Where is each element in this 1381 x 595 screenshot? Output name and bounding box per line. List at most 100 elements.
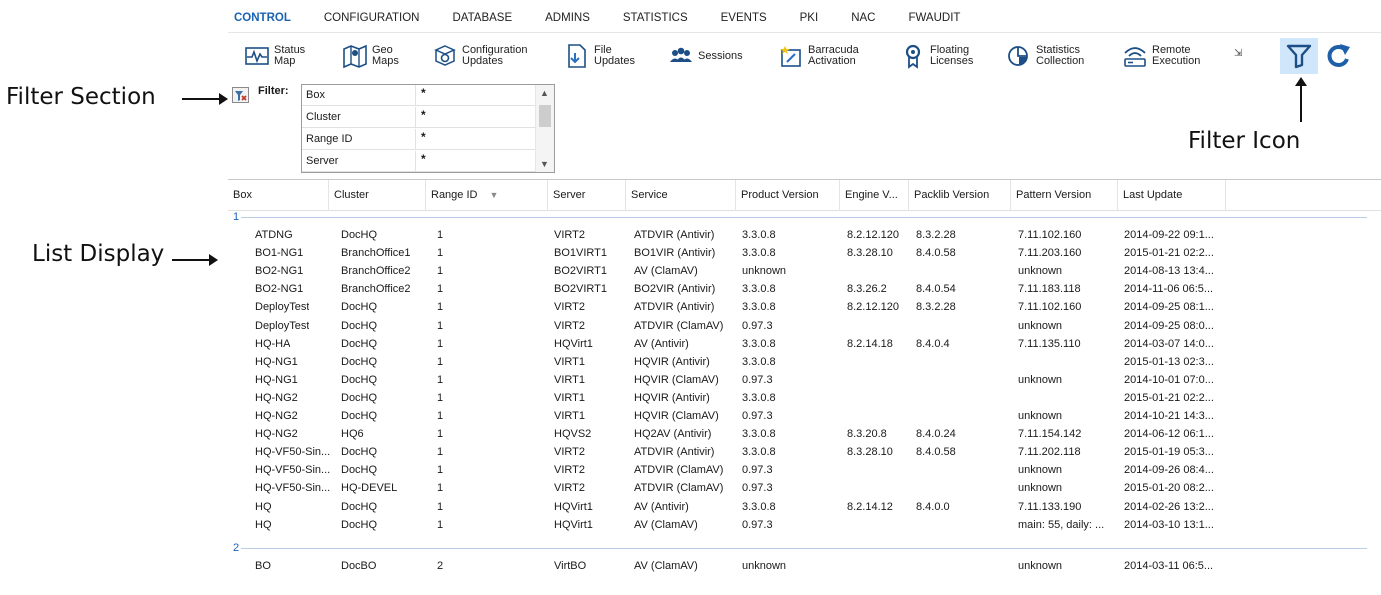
refresh-button[interactable]	[1321, 38, 1357, 74]
top-navigation: CONTROL CONFIGURATION DATABASE ADMINS ST…	[234, 6, 993, 30]
column-header-product-version[interactable]: Product Version	[736, 180, 840, 210]
annotation-filter-icon: Filter Icon	[1188, 128, 1301, 154]
cell-cluster: DocHQ	[341, 446, 378, 459]
cell-packlib-version: 8.4.0.58	[916, 247, 956, 260]
cell-product-version: 0.97.3	[742, 319, 773, 332]
table-row[interactable]: HQ-NG2 DocHQ 1 VIRT1 HQVIR (Antivir) 3.3.0.8 2…	[228, 389, 1381, 407]
table-row[interactable]: HQ-NG1 DocHQ 1 VIRT1 HQVIR (Antivir) 3.3.0.8 2…	[228, 353, 1381, 371]
column-header-pattern-version[interactable]: Pattern Version	[1011, 180, 1118, 210]
table-row[interactable]: HQ-HA DocHQ 1 HQVirt1 AV (Antivir) 3.3.0.8 8.2…	[228, 335, 1381, 353]
cell-server: VirtBO	[554, 559, 587, 572]
filter-row-server: Server *	[302, 151, 535, 172]
cell-box: HQ-NG2	[255, 410, 298, 422]
filter-toggle-button[interactable]	[1280, 38, 1318, 74]
cell-product-version: 3.3.0.8	[742, 247, 776, 260]
table-row[interactable]: DeployTest DocHQ 1 VIRT2 ATDVIR (Antivir) 3.3…	[228, 298, 1381, 316]
table-row[interactable]: HQ-NG2 DocHQ 1 VIRT1 HQVIR (ClamAV) 0.97.3 unk…	[228, 407, 1381, 425]
filter-value-input[interactable]: *	[416, 151, 535, 171]
table-row[interactable]: BO DocBO 2 VirtBO AV (ClamAV) unknown unknown 2…	[228, 557, 1381, 575]
chevron-down-icon[interactable]: ▼	[540, 159, 549, 169]
table-row[interactable]: BO2-NG1 BranchOffice2 1 BO2VIRT1 AV (ClamAV)…	[228, 262, 1381, 280]
file-updates-button[interactable]: File Updates	[560, 40, 635, 72]
table-row[interactable]: DeployTest DocHQ 1 VIRT2 ATDVIR (ClamAV) 0.97…	[228, 317, 1381, 335]
group-header[interactable]: 2	[233, 542, 239, 554]
table-row[interactable]: HQ DocHQ 1 HQVirt1 AV (ClamAV) 0.97.3 main: 55…	[228, 516, 1381, 534]
column-header-last-update[interactable]: Last Update	[1118, 180, 1226, 210]
geo-maps-button[interactable]: Geo Maps	[338, 40, 399, 72]
table-row[interactable]: BO1-NG1 BranchOffice1 1 BO1VIRT1 BO1VIR (Ant…	[228, 244, 1381, 262]
cell-service: ATDVIR (ClamAV)	[634, 482, 724, 495]
cell-last-update: 2015-01-13 02:3...	[1124, 355, 1214, 368]
cell-range-id: 1	[437, 373, 444, 386]
tab-control[interactable]: CONTROL	[234, 6, 291, 30]
cell-product-version: unknown	[742, 265, 787, 278]
table-row[interactable]: ATDNG DocHQ 1 VIRT2 ATDVIR (Antivir) 3.3.0.8 8…	[228, 226, 1381, 244]
tab-nac[interactable]: NAC	[851, 6, 875, 30]
cell-box: DeployTest	[255, 319, 310, 332]
cell-service: AV (ClamAV)	[634, 518, 698, 531]
cell-pattern-version: 7.11.102.160	[1018, 301, 1082, 314]
cell-service: ATDVIR (Antivir)	[634, 229, 715, 241]
column-header-cluster[interactable]: Cluster	[329, 180, 426, 210]
filter-value-input[interactable]: *	[416, 129, 535, 149]
filter-name: Range ID	[302, 129, 416, 149]
configuration-updates-button[interactable]: Configuration Updates	[428, 40, 527, 72]
tab-fwaudit[interactable]: FWAUDIT	[908, 6, 960, 30]
tab-events[interactable]: EVENTS	[721, 6, 767, 30]
tab-database[interactable]: DATABASE	[452, 6, 512, 30]
tab-admins[interactable]: ADMINS	[545, 6, 590, 30]
cell-range-id: 2	[437, 559, 444, 572]
cell-range-id: 1	[437, 265, 444, 278]
cell-last-update: 2014-03-10 13:1...	[1124, 518, 1214, 531]
cell-range-id: 1	[437, 229, 444, 241]
sessions-button[interactable]: Sessions	[664, 40, 743, 72]
cell-cluster: DocHQ	[341, 355, 378, 368]
cell-cluster: BranchOffice2	[341, 283, 411, 296]
cell-service: ATDVIR (Antivir)	[634, 301, 715, 314]
table-row[interactable]: HQ-VF50-Sin... DocHQ 1 VIRT2 ATDVIR (Antivir…	[228, 443, 1381, 461]
column-header-label: Cluster	[334, 189, 369, 201]
table-row[interactable]: HQ-NG2 HQ6 1 HQVS2 HQ2AV (Antivir) 3.3.0.8 8.3…	[228, 425, 1381, 443]
cell-pattern-version: 7.11.135.110	[1018, 337, 1081, 350]
cell-server: BO2VIRT1	[554, 265, 607, 278]
status-map-button[interactable]: Status Map	[240, 40, 305, 72]
tab-configuration[interactable]: CONFIGURATION	[324, 6, 420, 30]
floating-licenses-button[interactable]: Floating Licenses	[896, 40, 973, 72]
statistics-collection-button[interactable]: Statistics Collection	[1002, 40, 1084, 72]
column-header-engine-version[interactable]: Engine V...	[840, 180, 909, 210]
cell-engine-version: 8.2.12.120	[847, 301, 899, 314]
cell-product-version: 0.97.3	[742, 410, 773, 422]
filter-clear-button[interactable]	[232, 87, 249, 103]
filter-name: Cluster	[302, 107, 416, 127]
table-row[interactable]: BO2-NG1 BranchOffice2 1 BO2VIRT1 BO2VIR (Ant…	[228, 280, 1381, 298]
remote-execution-button[interactable]: Remote Execution	[1118, 40, 1200, 72]
ribbon-expander-icon[interactable]: ⇲	[1234, 48, 1242, 59]
column-header-range-id[interactable]: Range ID ▼	[426, 180, 548, 210]
cell-product-version: 0.97.3	[742, 482, 773, 495]
column-header-packlib-version[interactable]: Packlib Version	[909, 180, 1011, 210]
column-header-box[interactable]: Box	[228, 180, 329, 210]
barracuda-activation-button[interactable]: Barracuda Activation	[774, 40, 859, 72]
table-row[interactable]: HQ-VF50-Sin... DocHQ 1 VIRT2 ATDVIR (ClamAV)…	[228, 461, 1381, 479]
cell-product-version: 0.97.3	[742, 464, 773, 477]
tab-statistics[interactable]: STATISTICS	[623, 6, 688, 30]
cell-product-version: 3.3.0.8	[742, 391, 776, 404]
column-header-service[interactable]: Service	[626, 180, 736, 210]
cell-server: HQVirt1	[554, 518, 593, 531]
filter-value-input[interactable]: *	[416, 107, 535, 127]
table-row[interactable]: HQ-NG1 DocHQ 1 VIRT1 HQVIR (ClamAV) 0.97.3 unk…	[228, 371, 1381, 389]
cell-service: HQ2AV (Antivir)	[634, 428, 712, 441]
table-row[interactable]: HQ-VF50-Sin... HQ-DEVEL 1 VIRT2 ATDVIR (Clam…	[228, 479, 1381, 497]
scrollbar-thumb[interactable]	[539, 105, 551, 127]
filter-value-input[interactable]: *	[416, 85, 535, 105]
chevron-up-icon[interactable]: ▲	[540, 88, 549, 98]
cell-last-update: 2014-02-26 13:2...	[1124, 500, 1214, 513]
column-header-server[interactable]: Server	[548, 180, 626, 210]
group-header[interactable]: 1	[233, 211, 239, 223]
cell-service: BO1VIR (Antivir)	[634, 247, 716, 260]
table-row[interactable]: HQ DocHQ 1 HQVirt1 AV (Antivir) 3.3.0.8 8.2.14…	[228, 498, 1381, 516]
cell-cluster: DocHQ	[341, 500, 378, 513]
tab-pki[interactable]: PKI	[800, 6, 819, 30]
cell-range-id: 1	[437, 446, 444, 459]
filter-scrollbar[interactable]: ▲ ▼	[535, 85, 554, 172]
